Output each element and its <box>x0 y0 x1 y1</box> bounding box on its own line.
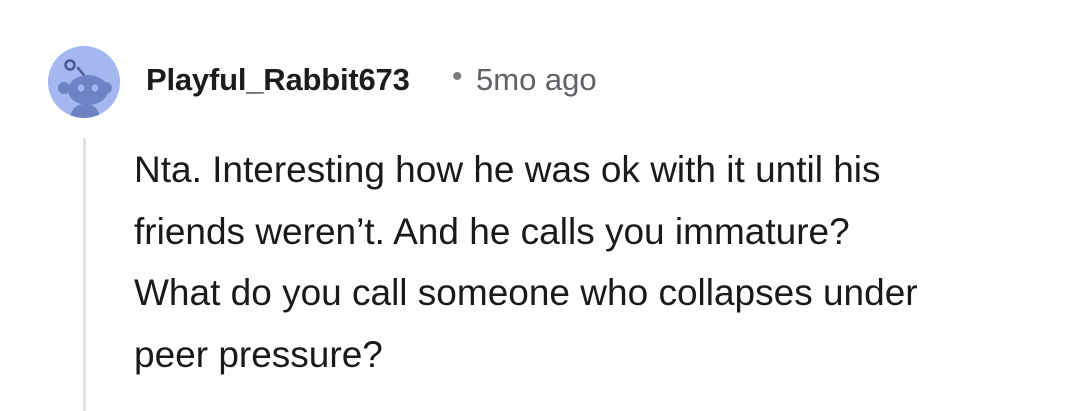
comment-author[interactable]: Playful_Rabbit673 <box>146 62 410 98</box>
comment-body-line: peer pressure? <box>134 333 383 375</box>
comment-body-line: Nta. Interesting how he was ok with it u… <box>134 149 881 190</box>
snoo-avatar-icon <box>48 46 120 118</box>
comment-body-line: What do you call someone who collapses u… <box>134 272 918 313</box>
comment-body-line: friends weren’t. And he calls you immatu… <box>134 210 850 252</box>
comment: Playful_Rabbit673 • 5mo ago Nta. Interes… <box>0 0 1080 411</box>
avatar[interactable] <box>48 46 120 118</box>
meta-separator: • <box>452 60 463 93</box>
comment-body: Nta. Interesting how he was ok with it u… <box>134 139 1054 385</box>
comment-timestamp[interactable]: 5mo ago <box>476 62 597 98</box>
thread-line[interactable] <box>83 138 86 411</box>
